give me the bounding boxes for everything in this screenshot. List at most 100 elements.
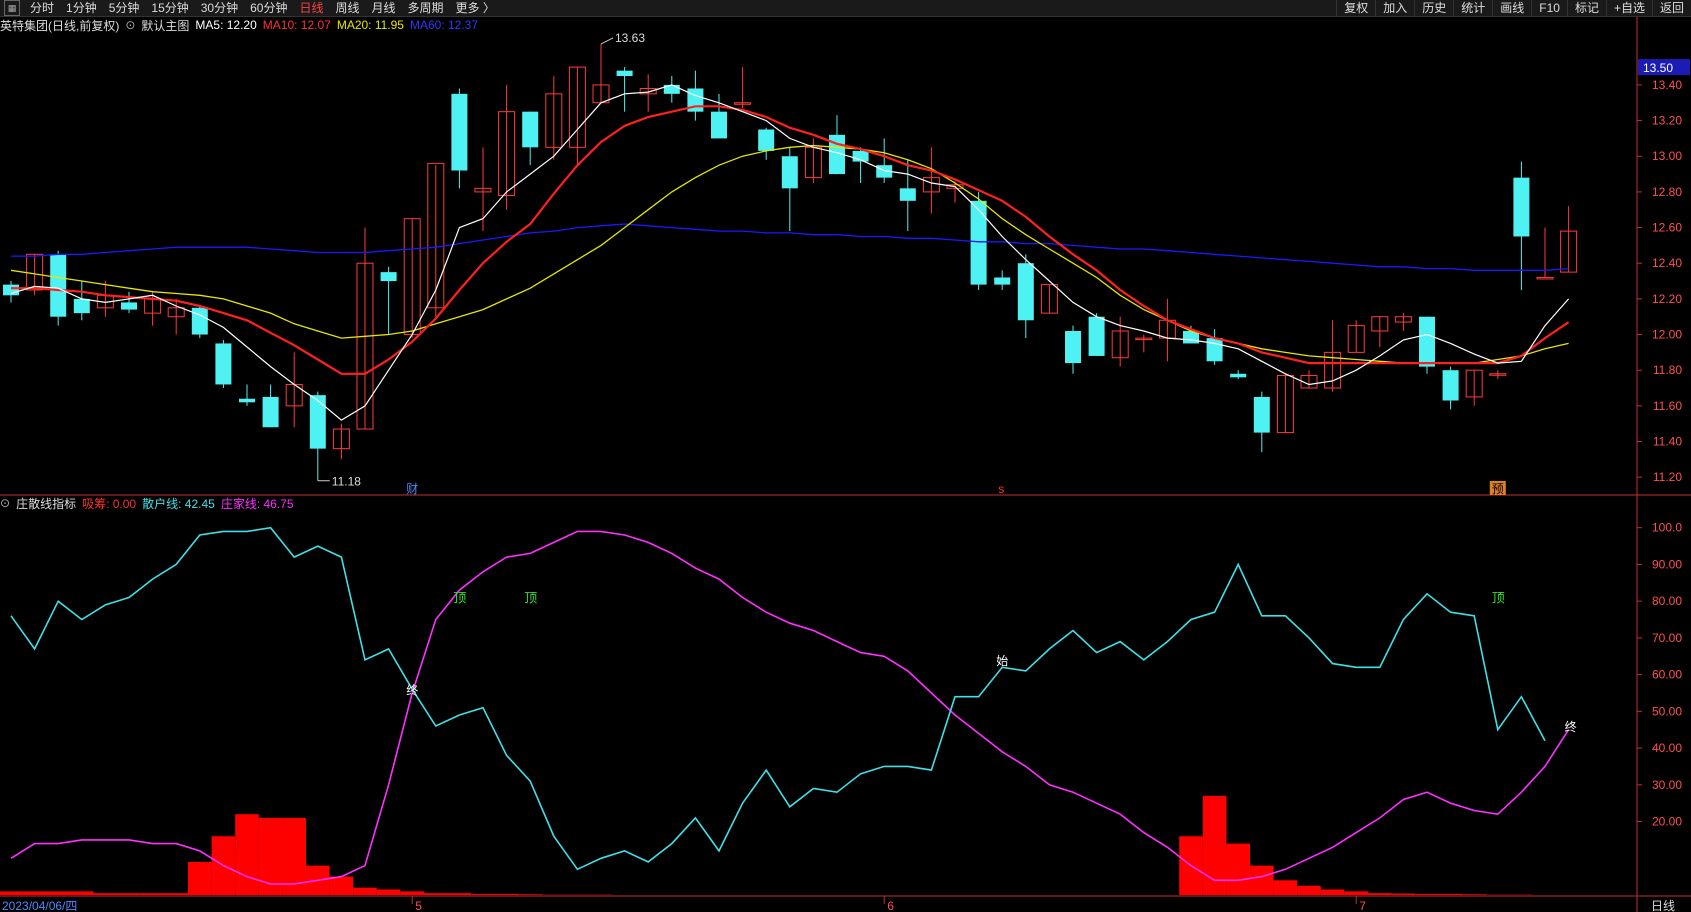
xichou-bar-14: [329, 876, 354, 895]
price-tick-label-5: 12.40: [1652, 256, 1682, 270]
chart-frame: [0, 17, 1691, 912]
candle-25: [592, 43, 610, 104]
xichou-bar-2: [46, 891, 70, 895]
candle-51: [1206, 329, 1223, 365]
candle-59: [1394, 313, 1412, 331]
candle-18: [427, 162, 445, 317]
candle-9: [215, 339, 232, 389]
candle-48: [1135, 334, 1153, 353]
xichou-bar-17: [400, 891, 424, 895]
candle-body: [191, 307, 208, 335]
candle-31: [734, 67, 752, 109]
candle-53: [1253, 391, 1270, 453]
signal-zhong-0: 终: [406, 682, 418, 697]
xichou-bar-4: [93, 893, 118, 895]
candle-57: [1347, 320, 1365, 353]
candle-54: [1276, 373, 1294, 434]
candle-body: [781, 156, 798, 189]
candle-62: [1465, 369, 1483, 406]
candle-body: [970, 200, 987, 285]
indicator-chart: 顶 顶 顶终 始终: [0, 526, 1577, 895]
ma10-line: [11, 105, 1570, 375]
candle-55: [1300, 370, 1318, 389]
sub-tick-label-3: 70.00: [1652, 631, 1682, 645]
candle-body: [1419, 316, 1435, 367]
candle-49: [1158, 298, 1176, 362]
xichou-bar-5: [117, 893, 141, 895]
candle-42: [994, 270, 1011, 290]
date-start-label: 2023/04/06/四: [2, 899, 77, 912]
candle-10: [239, 384, 255, 406]
signal-ding-1: 顶: [524, 590, 537, 605]
xichou-bar-16: [376, 889, 401, 895]
signal-shi: 始: [996, 654, 1008, 668]
candle-11: [262, 384, 279, 428]
signal-zhong-1: 终: [1565, 719, 1577, 734]
marker-cai: 财: [406, 482, 418, 496]
xichou-bar-59: [1391, 893, 1416, 895]
candle-body: [1253, 396, 1270, 433]
price-axes: 13.40 13.20 13.00 12.80 12.60 12.40 12.20 12.00…: [2, 59, 1690, 912]
xichou-bar-15: [353, 887, 377, 895]
candle-body: [3, 284, 19, 296]
candle-body: [1017, 263, 1034, 321]
main-price-chart: 13.63 11.18 财 s 预: [3, 31, 1578, 496]
candle-body: [309, 395, 326, 449]
candle-body: [121, 302, 137, 310]
candle-5: [121, 291, 137, 314]
candle-body: [899, 188, 916, 201]
candle-38: [899, 159, 916, 232]
sub-tick-label-7: 30.00: [1652, 778, 1682, 792]
xichou-bar-58: [1368, 893, 1392, 895]
candle-7: [167, 298, 185, 335]
xichou-bar-55: [1297, 885, 1321, 895]
xichou-bar-6: [140, 893, 165, 895]
candle-body: [1513, 177, 1530, 237]
candle-65: [1536, 227, 1554, 280]
sub-tick-label-6: 40.00: [1652, 741, 1682, 755]
xichou-bar-3: [70, 891, 94, 895]
candle-body: [1065, 330, 1081, 364]
candle-33: [781, 147, 798, 232]
signal-ding-0: 顶: [453, 590, 466, 605]
xichou-bar-21: [494, 893, 519, 895]
price-tick-label-6: 12.20: [1652, 292, 1682, 306]
candle-body: [711, 111, 727, 139]
sub-tick-label-1: 90.00: [1652, 557, 1682, 571]
candle-body: [73, 298, 90, 314]
candle-8: [191, 306, 208, 339]
xichou-bar-53: [1250, 865, 1274, 895]
ma5-line: [10, 84, 1570, 421]
candle-body: [1230, 373, 1247, 378]
candle-45: [1065, 325, 1081, 374]
price-tick-label-2: 13.00: [1652, 149, 1682, 163]
xichou-bar-62: [1462, 894, 1486, 895]
candle-58: [1371, 316, 1389, 348]
month-label-0: 5: [415, 899, 422, 912]
sub-tick-label-5: 50.00: [1652, 704, 1682, 718]
price-tick-label-9: 11.60: [1653, 399, 1682, 413]
candle-19: [451, 88, 468, 189]
candle-14: [332, 423, 350, 460]
period-label: 日线: [1651, 899, 1675, 912]
sub-tick-label-2: 80.00: [1652, 594, 1682, 608]
candle-body: [1206, 338, 1223, 362]
candle-26: [616, 67, 633, 112]
xichou-bar-18: [424, 893, 448, 895]
candle-17: [403, 218, 421, 339]
candle-21: [498, 84, 516, 210]
marker-yu: 预: [1492, 482, 1504, 496]
price-tick-label-3: 12.80: [1652, 185, 1682, 199]
xichou-bar-52: [1226, 843, 1250, 895]
price-tick-label-0: 13.40: [1652, 78, 1682, 92]
candle-body: [451, 93, 468, 171]
candle-47: [1111, 316, 1129, 367]
candle-43: [1017, 254, 1034, 339]
high-pointer: [600, 37, 614, 45]
candle-61: [1442, 366, 1459, 410]
xichou-bar-22: [518, 894, 542, 895]
marker-s: s: [998, 482, 1004, 496]
high-label: 13.63: [615, 31, 645, 45]
chart-canvas[interactable]: 13.63 11.18 财 s 预 顶 顶 顶终 始终 13.40 13.20 13.00 12.8…: [0, 0, 1691, 912]
candle-52: [1230, 370, 1247, 380]
